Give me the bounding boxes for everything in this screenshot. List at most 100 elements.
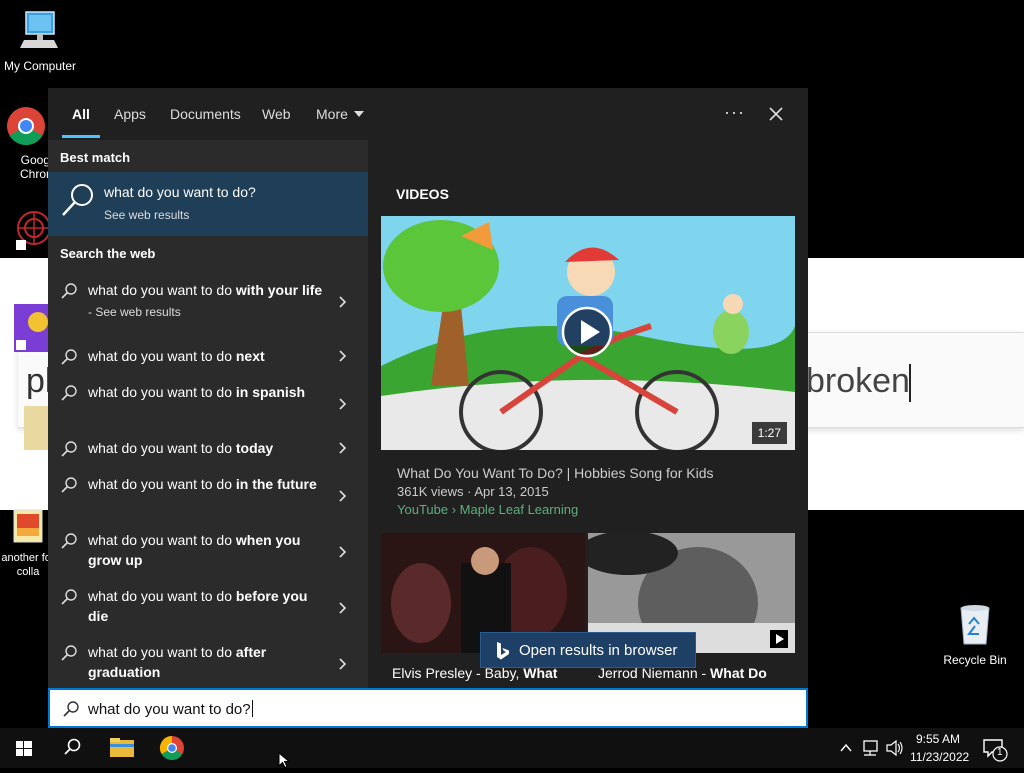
web-suggestion-item[interactable]: what do you want to do in the future (48, 474, 368, 518)
image-file-icon (13, 509, 43, 543)
suggestion-prefix: what do you want to do (88, 532, 236, 548)
web-suggestion-item[interactable]: what do you want to do next (48, 346, 368, 366)
video-title[interactable]: What Do You Want To Do? | Hobbies Song f… (397, 465, 713, 481)
suggestion-suffix: - See web results (88, 305, 181, 319)
video-source: YouTube › Maple Leaf Learning (397, 502, 579, 517)
desktop-icon-recycle-bin[interactable]: Recycle Bin (935, 602, 1015, 667)
chevron-right-icon[interactable] (336, 349, 348, 363)
suggestion-prefix: what do you want to do (88, 348, 236, 364)
search-icon (61, 283, 77, 299)
chevron-right-icon[interactable] (336, 397, 348, 411)
web-suggestion-item[interactable]: what do you want to do before you die (48, 586, 368, 630)
web-suggestion-text: what do you want to do today (88, 438, 328, 458)
search-input[interactable]: what do you want to do? (88, 700, 253, 718)
active-tab-indicator (62, 135, 100, 138)
search-icon (61, 645, 77, 661)
chrome-taskbar-icon[interactable] (148, 728, 196, 768)
video-duration: 1:27 (751, 422, 787, 444)
taskbar-search-icon[interactable] (48, 728, 96, 768)
web-suggestion-text: what do you want to do with your life - … (88, 280, 328, 322)
background-tile (24, 406, 48, 450)
chevron-right-icon[interactable] (336, 489, 348, 503)
chevron-down-icon (353, 111, 364, 117)
web-suggestion-item[interactable]: what do you want to do with your life - … (48, 280, 368, 324)
chevron-right-icon[interactable] (336, 545, 348, 559)
web-suggestion-item[interactable]: what do you want to do in spanish (48, 382, 368, 426)
web-suggestion-item[interactable]: what do you want to do today (48, 438, 368, 458)
file-explorer-icon[interactable] (98, 728, 146, 768)
chevron-right-icon[interactable] (336, 295, 348, 309)
computer-icon (20, 11, 58, 48)
search-icon (61, 589, 77, 605)
play-icon[interactable] (770, 630, 788, 648)
desktop-icon-label: Goog Chror (19, 153, 50, 181)
tab-apps[interactable]: Apps (114, 106, 146, 122)
chevron-right-icon[interactable] (336, 441, 348, 455)
taskbar: 9:55 AM 11/23/2022 1 (0, 728, 1024, 768)
volume-icon[interactable] (884, 728, 906, 768)
desktop-icon-my-computer[interactable]: My Computer (0, 10, 80, 73)
suggestion-prefix: what do you want to do (88, 384, 236, 400)
video-thumbnail-main[interactable]: 1:27 (381, 216, 795, 450)
web-suggestion-text: what do you want to do in spanish (88, 382, 328, 402)
search-icon (61, 385, 77, 401)
suggestion-completion: with your life (235, 282, 323, 298)
desktop-icon-label: Recycle Bin (943, 653, 1007, 667)
chevron-up-icon[interactable] (836, 728, 856, 768)
web-suggestion-item[interactable]: what do you want to do after graduation (48, 642, 368, 686)
suggestion-completion: today (235, 440, 274, 456)
action-center-button[interactable]: 1 (980, 728, 1010, 768)
network-icon[interactable] (860, 728, 882, 768)
video-cartoon-image (381, 216, 795, 450)
tab-documents[interactable]: Documents (170, 106, 241, 122)
search-icon (61, 441, 77, 457)
desktop-icon-game[interactable] (14, 304, 48, 355)
desktop-icon-label: My Computer (3, 59, 77, 73)
clock-time[interactable]: 9:55 AM (916, 732, 960, 746)
recycle-bin-icon (960, 605, 990, 645)
bing-icon (497, 642, 509, 660)
search-icon (61, 349, 77, 365)
notification-count: 1 (997, 747, 1003, 758)
suggestion-completion: next (235, 348, 265, 364)
chevron-right-icon[interactable] (336, 601, 348, 615)
open-in-browser-button[interactable]: Open results in browser (480, 632, 696, 668)
suggestion-prefix: what do you want to do (88, 644, 236, 660)
web-suggestion-text: what do you want to do before you die (88, 586, 328, 626)
tab-web[interactable]: Web (262, 106, 291, 122)
close-icon[interactable] (764, 102, 788, 126)
tab-all[interactable]: All (72, 106, 90, 122)
videos-heading: VIDEOS (396, 186, 449, 202)
search-box[interactable]: what do you want to do? (48, 688, 808, 728)
web-suggestion-text: what do you want to do next (88, 346, 328, 366)
background-text-caret (909, 364, 911, 402)
chevron-right-icon[interactable] (336, 657, 348, 671)
clock-date[interactable]: 11/23/2022 (910, 750, 969, 764)
search-icon (63, 701, 79, 717)
more-options-icon[interactable]: ··· (724, 102, 745, 123)
video-meta: 361K views · Apr 13, 2015 (397, 484, 549, 499)
search-tabs: All Apps Documents Web More ··· (48, 88, 808, 140)
search-icon (61, 533, 77, 549)
video-title-bold: What Do (710, 665, 767, 681)
preview-pane: VIDEOS 1:27 What Do You Want To Do? | Ho… (368, 140, 808, 688)
web-suggestion-text: what do you want to do when you grow up (88, 530, 328, 570)
desktop-icon-app[interactable] (12, 206, 52, 257)
search-panel: All Apps Documents Web More ··· Best mat… (48, 88, 808, 688)
windows-start-icon[interactable] (0, 728, 48, 768)
mouse-cursor-icon (278, 752, 291, 768)
search-icon (61, 477, 77, 493)
background-window-text-right: broken (806, 362, 910, 400)
suggestion-completion: in the future (235, 476, 317, 492)
desktop-icon-google-chrome[interactable]: Goog Chror (0, 106, 52, 181)
best-match-heading: Best match (60, 150, 131, 165)
suggestion-prefix: what do you want to do (88, 476, 236, 492)
suggestion-completion: in spanish (235, 384, 306, 400)
best-match-subtitle: See web results (104, 208, 190, 222)
tab-more[interactable]: More (316, 106, 364, 122)
suggestion-prefix: what do you want to do (88, 440, 236, 456)
web-suggestion-item[interactable]: what do you want to do when you grow up (48, 530, 368, 574)
suggestion-prefix: what do you want to do (88, 282, 236, 298)
best-match-item[interactable]: what do you want to do? See web results (48, 172, 368, 236)
web-suggestion-text: what do you want to do in the future (88, 474, 328, 494)
